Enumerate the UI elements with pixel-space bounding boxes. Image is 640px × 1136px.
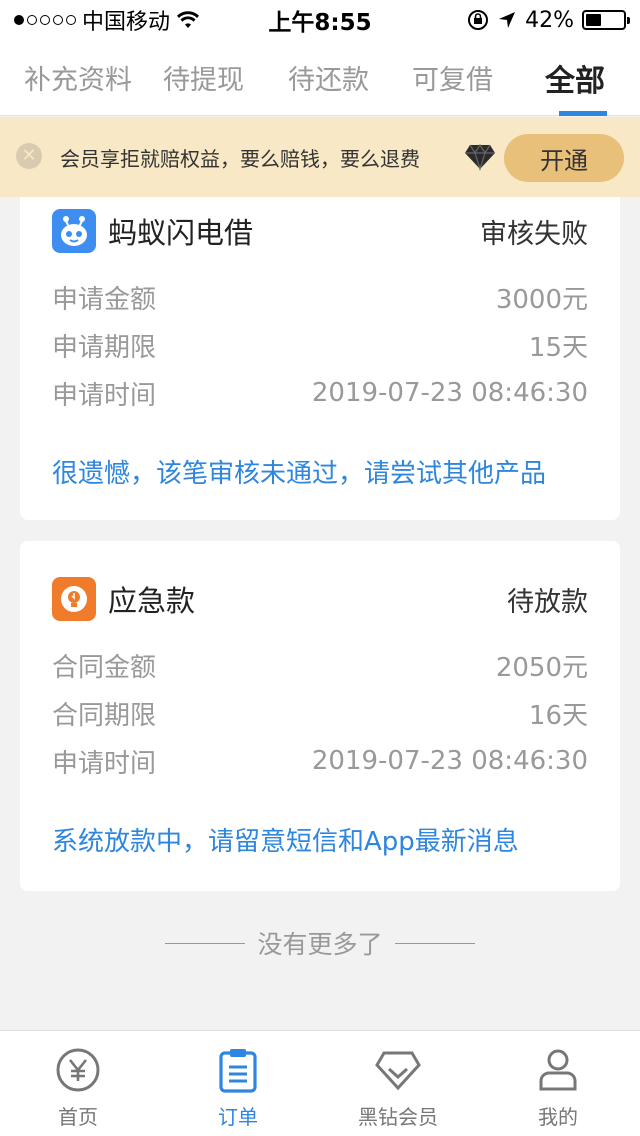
row-label: 申请期限 xyxy=(52,332,157,363)
diamond-icon xyxy=(375,1051,421,1091)
detail-row: 申请时间 2019-07-23 08:46:30 xyxy=(52,743,588,779)
wifi-icon xyxy=(177,11,200,28)
row-label: 合同期限 xyxy=(52,700,157,731)
row-label: 申请金额 xyxy=(52,284,157,315)
nav-home[interactable]: 首页 xyxy=(18,1045,138,1130)
carrier-label: 中国移动 xyxy=(82,10,171,35)
tab-all[interactable]: 全部 xyxy=(545,40,607,116)
tab-pending-repay[interactable]: 待还款 xyxy=(288,40,369,116)
document-icon xyxy=(219,1049,257,1093)
order-note: 很遗憾，该笔审核未通过，请尝试其他产品 xyxy=(52,459,547,489)
nav-profile[interactable]: 我的 xyxy=(498,1045,618,1130)
order-tabs: 补充资料 待提现 待还款 可复借 全部 xyxy=(0,40,640,116)
card-header: 蚂蚁闪电借 审核失败 xyxy=(52,209,588,253)
status-bar: 中国移动 上午8:55 42% xyxy=(0,0,640,40)
divider-line xyxy=(394,942,475,944)
nav-label: 订单 xyxy=(218,1105,258,1129)
rotation-lock-icon xyxy=(468,10,489,30)
nav-black-diamond[interactable]: 黑钻会员 xyxy=(338,1045,458,1130)
nav-label: 首页 xyxy=(58,1105,98,1129)
detail-row: 申请金额 3000元 xyxy=(52,279,588,315)
row-value: 16天 xyxy=(528,700,588,731)
no-more-indicator: 没有更多了 xyxy=(0,925,640,961)
detail-row: 合同金额 2050元 xyxy=(52,647,588,683)
row-label: 申请时间 xyxy=(52,380,157,411)
detail-row: 申请时间 2019-07-23 08:46:30 xyxy=(52,375,588,411)
row-value: 2019-07-23 08:46:30 xyxy=(311,746,588,776)
open-membership-button[interactable]: 开通 xyxy=(504,134,624,182)
detail-row: 合同期限 16天 xyxy=(52,695,588,731)
yen-icon xyxy=(56,1048,100,1092)
diamond-icon xyxy=(465,143,495,171)
app-name: 蚂蚁闪电借 xyxy=(108,216,254,250)
nav-orders[interactable]: 订单 xyxy=(178,1045,298,1130)
card-header: 应急款 待放款 xyxy=(52,577,588,621)
status-right: 42% xyxy=(467,7,630,33)
tab-pending-withdraw[interactable]: 待提现 xyxy=(163,40,244,116)
app-name: 应急款 xyxy=(108,584,196,618)
row-label: 合同金额 xyxy=(52,652,157,683)
detail-row: 申请期限 15天 xyxy=(52,327,588,363)
row-label: 申请时间 xyxy=(52,748,157,779)
order-status: 审核失败 xyxy=(480,218,588,250)
status-time: 上午8:55 xyxy=(268,10,372,36)
row-value: 2050元 xyxy=(495,652,588,683)
tab-supplement[interactable]: 补充资料 xyxy=(24,40,132,116)
divider-line xyxy=(165,942,246,944)
tab-reborrow[interactable]: 可复借 xyxy=(412,40,493,116)
row-value: 3000元 xyxy=(495,284,588,315)
status-left: 中国移动 xyxy=(14,4,200,36)
nav-label: 我的 xyxy=(538,1105,578,1129)
close-icon[interactable]: ✕ xyxy=(16,143,42,169)
banner-text: 会员享拒就赔权益，要么赔钱，要么退费 xyxy=(60,147,420,171)
person-icon xyxy=(539,1049,577,1091)
row-value: 15天 xyxy=(528,332,588,363)
order-note: 系统放款中，请留意短信和App最新消息 xyxy=(52,827,519,857)
battery-percent: 42% xyxy=(525,7,574,33)
order-card[interactable]: 应急款 待放款 合同金额 2050元 合同期限 16天 申请时间 2019-07… xyxy=(20,541,620,891)
ant-robot-icon xyxy=(52,209,96,253)
bottom-nav: 首页 订单 黑钻会员 我的 xyxy=(0,1030,640,1136)
membership-banner: ✕ 会员享拒就赔权益，要么赔钱，要么退费 开通 xyxy=(0,117,640,197)
order-status: 待放款 xyxy=(507,586,588,618)
no-more-text: 没有更多了 xyxy=(257,930,383,959)
order-card[interactable]: 蚂蚁闪电借 审核失败 申请金额 3000元 申请期限 15天 申请时间 2019… xyxy=(20,197,620,520)
nav-label: 黑钻会员 xyxy=(358,1105,438,1129)
signal-strength-icon xyxy=(14,15,76,25)
row-value: 2019-07-23 08:46:30 xyxy=(311,378,588,408)
lightbulb-icon xyxy=(52,577,96,621)
location-arrow-icon xyxy=(499,12,516,28)
battery-icon xyxy=(582,10,630,30)
